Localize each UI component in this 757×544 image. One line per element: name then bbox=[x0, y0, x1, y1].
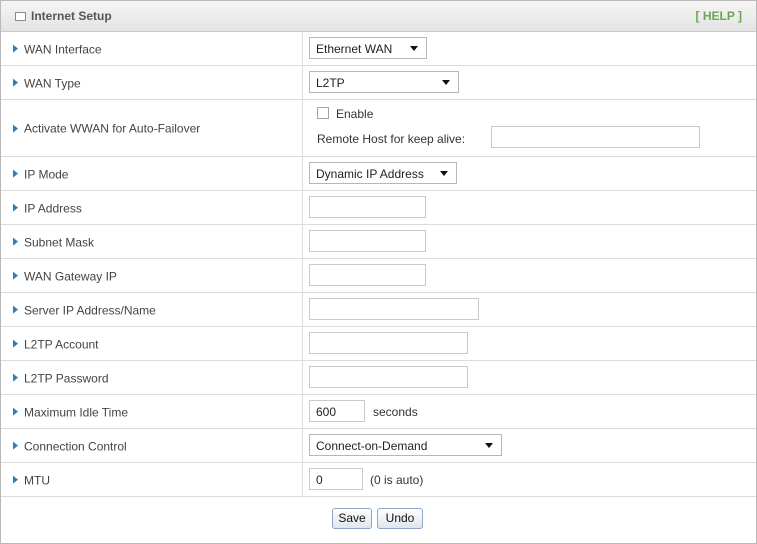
row-max-idle: Maximum Idle Time 600 seconds bbox=[1, 395, 756, 429]
chevron-down-icon bbox=[485, 443, 493, 448]
bullet-arrow-icon bbox=[13, 373, 18, 382]
ip-mode-value: Dynamic IP Address bbox=[316, 167, 424, 181]
wan-gateway-label: WAN Gateway IP bbox=[24, 268, 117, 283]
subnet-mask-label: Subnet Mask bbox=[24, 234, 95, 249]
mtu-input[interactable]: 0 bbox=[309, 468, 363, 490]
connection-control-select[interactable]: Connect-on-Demand bbox=[309, 434, 502, 456]
bullet-arrow-icon bbox=[13, 475, 18, 484]
row-ip-mode: IP Mode Dynamic IP Address bbox=[1, 157, 756, 191]
ip-address-input[interactable] bbox=[309, 196, 426, 218]
save-button[interactable]: Save bbox=[332, 508, 372, 529]
mtu-unit: (0 is auto) bbox=[370, 473, 424, 487]
undo-button[interactable]: Undo bbox=[377, 508, 423, 529]
wan-interface-value: Ethernet WAN bbox=[316, 42, 393, 56]
subnet-mask-input[interactable] bbox=[309, 230, 426, 252]
row-l2tp-password: L2TP Password bbox=[1, 361, 756, 395]
row-connection-control: Connection Control Connect-on-Demand bbox=[1, 429, 756, 463]
wan-interface-label: WAN Interface bbox=[24, 41, 102, 56]
page-title: Internet Setup bbox=[31, 9, 112, 23]
max-idle-unit: seconds bbox=[373, 405, 418, 419]
bullet-arrow-icon bbox=[13, 169, 18, 178]
bullet-arrow-icon bbox=[13, 407, 18, 416]
chevron-down-icon bbox=[410, 46, 418, 51]
ip-mode-select[interactable]: Dynamic IP Address bbox=[309, 162, 457, 184]
enable-label: Enable bbox=[336, 107, 374, 121]
l2tp-account-label: L2TP Account bbox=[24, 336, 99, 351]
wan-type-select[interactable]: L2TP bbox=[309, 71, 459, 93]
row-ip-address: IP Address bbox=[1, 191, 756, 225]
wan-type-label: WAN Type bbox=[24, 75, 81, 90]
window-icon bbox=[15, 12, 26, 21]
bullet-arrow-icon bbox=[13, 271, 18, 280]
panel-header: Internet Setup [ HELP ] bbox=[1, 1, 756, 32]
mtu-label: MTU bbox=[24, 472, 50, 487]
enable-checkbox[interactable] bbox=[317, 107, 329, 119]
chevron-down-icon bbox=[442, 80, 450, 85]
remote-host-input[interactable] bbox=[491, 126, 700, 148]
l2tp-password-label: L2TP Password bbox=[24, 370, 109, 385]
max-idle-input[interactable]: 600 bbox=[309, 400, 365, 422]
row-wan-interface: WAN Interface Ethernet WAN bbox=[1, 32, 756, 66]
connection-control-value: Connect-on-Demand bbox=[316, 439, 428, 453]
bullet-arrow-icon bbox=[13, 78, 18, 87]
bullet-arrow-icon bbox=[13, 441, 18, 450]
l2tp-account-input[interactable] bbox=[309, 332, 468, 354]
auto-failover-label: Activate WWAN for Auto-Failover bbox=[24, 121, 201, 136]
help-link[interactable]: [ HELP ] bbox=[696, 9, 742, 23]
max-idle-label: Maximum Idle Time bbox=[24, 404, 129, 419]
wan-interface-select[interactable]: Ethernet WAN bbox=[309, 37, 427, 59]
bullet-arrow-icon bbox=[13, 124, 18, 133]
ip-mode-label: IP Mode bbox=[24, 166, 69, 181]
ip-address-label: IP Address bbox=[24, 200, 82, 215]
bullet-arrow-icon bbox=[13, 237, 18, 246]
bullet-arrow-icon bbox=[13, 305, 18, 314]
wan-gateway-input[interactable] bbox=[309, 264, 426, 286]
connection-control-label: Connection Control bbox=[24, 438, 127, 453]
wan-type-value: L2TP bbox=[316, 76, 345, 90]
remote-host-label: Remote Host for keep alive: bbox=[317, 132, 466, 146]
chevron-down-icon bbox=[440, 171, 448, 176]
internet-setup-panel: Internet Setup [ HELP ] WAN Interface Et… bbox=[0, 0, 757, 544]
row-wan-type: WAN Type L2TP bbox=[1, 66, 756, 100]
row-wan-gateway: WAN Gateway IP bbox=[1, 259, 756, 293]
row-server-ip: Server IP Address/Name bbox=[1, 293, 756, 327]
row-l2tp-account: L2TP Account bbox=[1, 327, 756, 361]
row-subnet-mask: Subnet Mask bbox=[1, 225, 756, 259]
bullet-arrow-icon bbox=[13, 203, 18, 212]
bullet-arrow-icon bbox=[13, 339, 18, 348]
server-ip-input[interactable] bbox=[309, 298, 479, 320]
row-mtu: MTU 0 (0 is auto) bbox=[1, 463, 756, 497]
row-auto-failover: Activate WWAN for Auto-Failover Enable R… bbox=[1, 100, 756, 157]
l2tp-password-input[interactable] bbox=[309, 366, 468, 388]
server-ip-label: Server IP Address/Name bbox=[24, 302, 156, 317]
bullet-arrow-icon bbox=[13, 44, 18, 53]
